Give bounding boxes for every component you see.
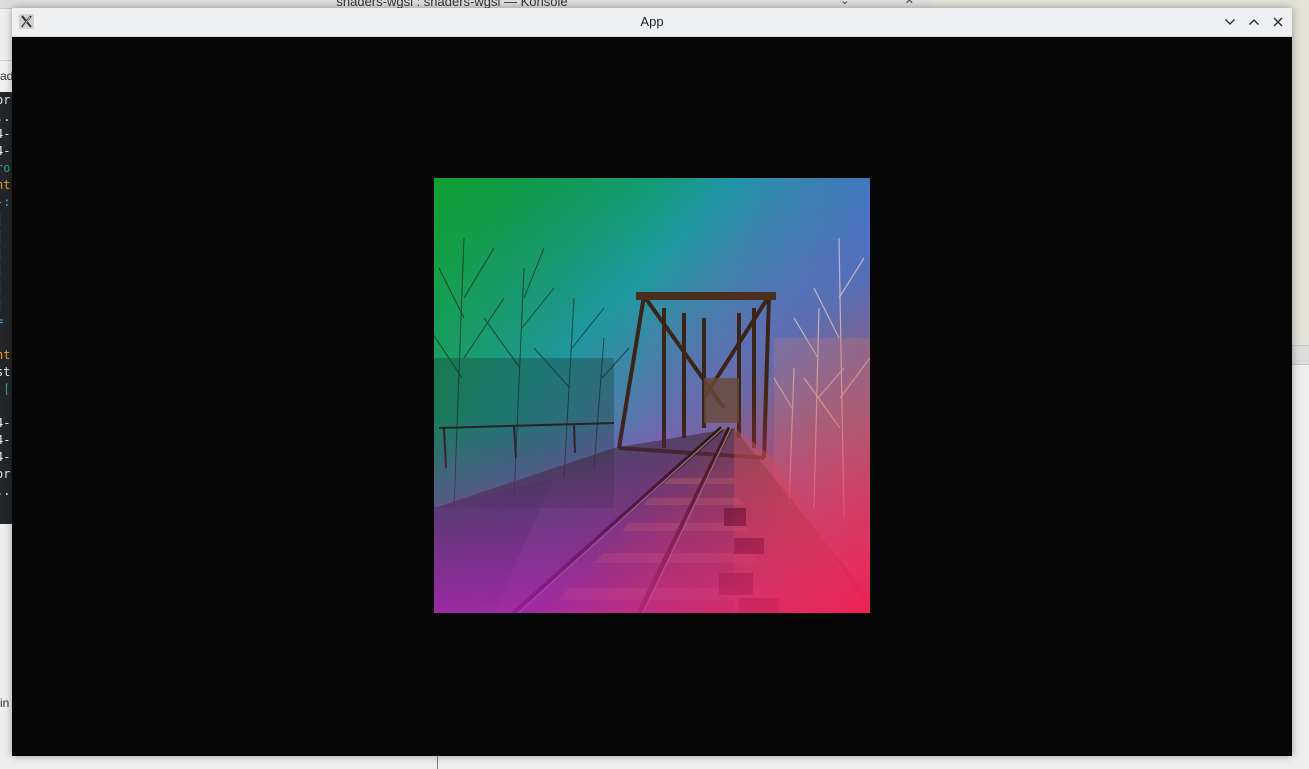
terminal-line: ..1	[0, 110, 12, 124]
konsole-toolbar-label: ad	[0, 69, 12, 83]
terminal-line: |	[0, 245, 12, 262]
konsole-terminal[interactable]: or..14-4-ront-:||||||= ntst [ 4-4-4-or..…	[0, 92, 12, 524]
terminal-line: st	[0, 365, 11, 379]
render-canvas[interactable]	[12, 37, 1292, 756]
terminal-line: 4-	[0, 416, 11, 430]
close-button[interactable]	[1271, 15, 1285, 29]
window-title: App	[640, 14, 664, 29]
konsole-toolbar: ad	[0, 60, 12, 94]
chevron-down-icon	[1225, 19, 1235, 25]
minimize-button[interactable]	[1223, 15, 1237, 29]
terminal-line: [	[3, 382, 11, 396]
terminal-line: -:	[0, 195, 11, 209]
terminal-line: |	[0, 211, 12, 228]
terminal-line: or	[0, 93, 11, 107]
terminal-line: nt	[0, 178, 11, 192]
terminal-line: =	[0, 313, 12, 330]
maximize-button[interactable]	[1247, 15, 1261, 29]
terminal-line: 4-	[0, 433, 11, 447]
terminal-line: 4-	[0, 450, 11, 464]
rendered-texture	[434, 178, 870, 613]
terminal-line: |	[0, 296, 12, 313]
background-text: in	[0, 696, 10, 710]
close-icon	[1273, 17, 1283, 27]
app-window: App	[12, 8, 1292, 756]
bridge-photo-with-gradient	[434, 178, 870, 613]
terminal-line: |	[0, 262, 12, 279]
terminal-line: or	[0, 467, 11, 481]
terminal-line: ..1	[0, 484, 12, 498]
terminal-line: ro	[0, 161, 11, 175]
terminal-line: 4-	[0, 144, 11, 158]
terminal-line: |	[0, 279, 12, 296]
terminal-line: 4-	[0, 127, 11, 141]
terminal-line: nt	[0, 348, 11, 362]
app-titlebar[interactable]: App	[12, 8, 1292, 37]
background-window-bar	[1290, 345, 1309, 365]
chevron-up-icon	[1249, 19, 1259, 25]
konsole-window-controls[interactable]: ⌄ ⌃ ✕	[840, 0, 924, 7]
terminal-line: |	[0, 228, 12, 245]
background-divider	[437, 756, 438, 769]
